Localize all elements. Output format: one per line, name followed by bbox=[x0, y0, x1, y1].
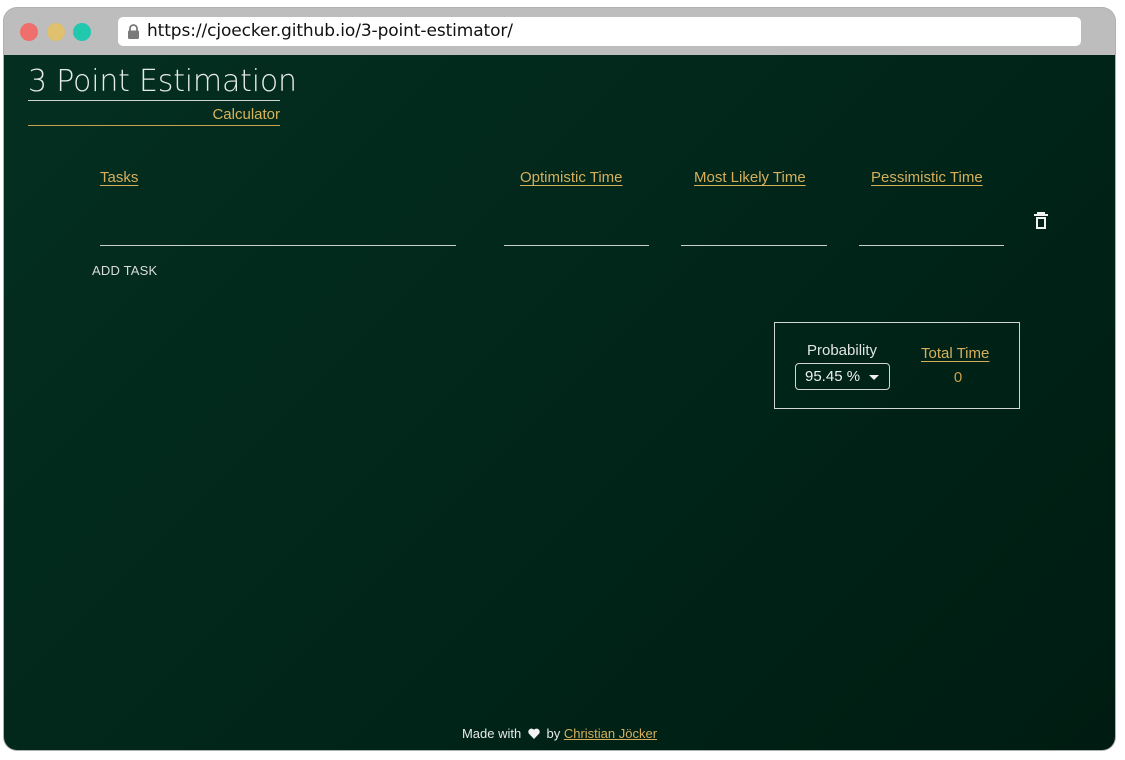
total-time-label: Total Time bbox=[921, 345, 990, 362]
probability-label: Probability bbox=[807, 342, 878, 359]
author-link[interactable]: Christian Jöcker bbox=[564, 726, 657, 741]
column-header-optimistic: Optimistic Time bbox=[520, 169, 623, 186]
pessimistic-time-input[interactable] bbox=[859, 225, 1004, 246]
url-text: https://cjoecker.github.io/3-point-estim… bbox=[147, 21, 513, 41]
probability-select[interactable]: 95.45 % bbox=[795, 363, 890, 390]
heart-icon bbox=[528, 728, 540, 739]
page-title: 3 Point Estimation bbox=[28, 64, 297, 101]
browser-titlebar: https://cjoecker.github.io/3-point-estim… bbox=[4, 8, 1115, 55]
probability-value: 95.45 % bbox=[805, 368, 861, 385]
browser-window: https://cjoecker.github.io/3-point-estim… bbox=[4, 8, 1115, 750]
minimize-window-button[interactable] bbox=[47, 23, 65, 41]
footer-by: by bbox=[546, 726, 561, 741]
close-window-button[interactable] bbox=[20, 23, 38, 41]
total-time-value: 0 bbox=[953, 369, 963, 386]
page-content: 3 Point Estimation Calculator Tasks Opti… bbox=[4, 55, 1115, 750]
optimistic-time-input[interactable] bbox=[504, 225, 649, 246]
task-name-input[interactable] bbox=[100, 225, 456, 246]
result-panel: Probability 95.45 % Total Time 0 bbox=[774, 322, 1020, 409]
maximize-window-button[interactable] bbox=[73, 23, 91, 41]
page-subtitle: Calculator bbox=[28, 106, 280, 126]
column-header-tasks: Tasks bbox=[100, 169, 139, 186]
most-likely-time-input[interactable] bbox=[681, 225, 827, 246]
column-header-pessimistic: Pessimistic Time bbox=[871, 169, 983, 186]
add-task-button[interactable]: ADD TASK bbox=[92, 263, 157, 278]
address-bar[interactable]: https://cjoecker.github.io/3-point-estim… bbox=[118, 17, 1081, 46]
title-block: 3 Point Estimation Calculator bbox=[28, 64, 297, 126]
caret-down-icon bbox=[869, 375, 879, 380]
footer: Made with by Christian Jöcker bbox=[4, 726, 1115, 741]
lock-icon bbox=[128, 24, 139, 39]
column-header-most-likely: Most Likely Time bbox=[694, 169, 806, 186]
trash-icon[interactable] bbox=[1034, 212, 1048, 229]
footer-made-with: Made with bbox=[461, 726, 522, 741]
